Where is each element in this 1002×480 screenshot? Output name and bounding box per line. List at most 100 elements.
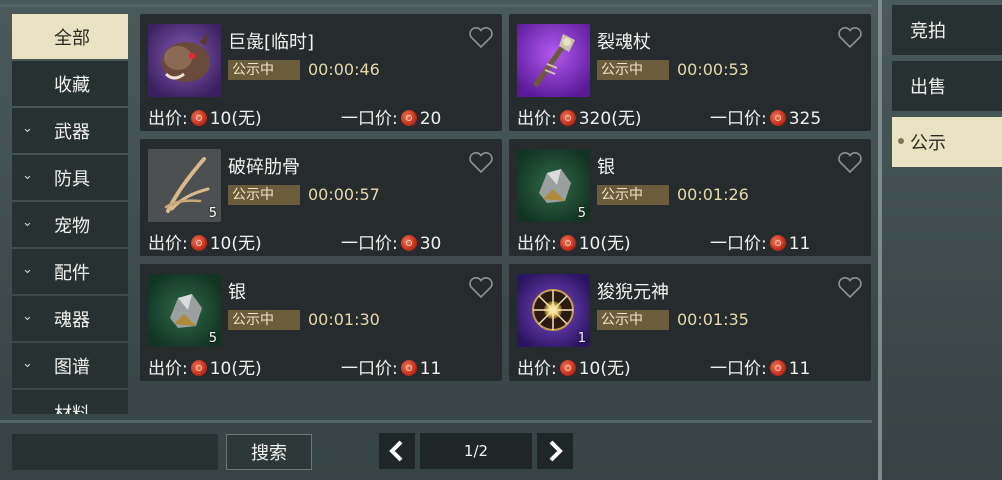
next-page-button[interactable] xyxy=(537,433,573,469)
bid-label: 出价: xyxy=(517,234,557,254)
item-card[interactable]: 裂魂杖 公示中 00:00:53 出价: 320(无) 一口价: 325 xyxy=(509,14,871,131)
category-label: 配件 xyxy=(54,262,90,284)
price-row: 出价: 10(无) 一口价: 30 xyxy=(148,229,494,254)
buyout-price: 一口价: 325 xyxy=(710,104,821,129)
chevron-down-icon: ⌄ xyxy=(22,309,33,324)
countdown-timer: 00:00:46 xyxy=(308,60,380,79)
item-card[interactable]: 5 银 公示中 00:01:26 出价: 10(无) 一口价: 11 xyxy=(509,139,871,256)
favorite-heart-icon[interactable] xyxy=(468,151,494,175)
tab-public-notice[interactable]: 公示 xyxy=(892,117,1002,167)
no-bid-label: (无) xyxy=(600,359,631,379)
item-quantity: 5 xyxy=(577,206,586,221)
item-name: 狻猊元神 xyxy=(597,282,669,303)
favorite-heart-icon[interactable] xyxy=(468,26,494,50)
favorite-heart-icon[interactable] xyxy=(837,26,863,50)
buyout-value: 325 xyxy=(788,109,822,129)
category-materials[interactable]: 材料 xyxy=(12,390,128,414)
price-row: 出价: 10(无) 一口价: 20 xyxy=(148,104,494,129)
item-name: 银 xyxy=(228,282,246,303)
favorite-heart-icon[interactable] xyxy=(837,151,863,175)
staff-icon xyxy=(517,24,590,97)
status-badge: 公示中 xyxy=(597,185,669,205)
bid-price: 出价: 320(无) xyxy=(517,104,641,129)
category-label: 全部 xyxy=(54,27,90,49)
bid-label: 出价: xyxy=(148,359,188,379)
buyout-price: 一口价: 11 xyxy=(710,229,810,254)
category-blueprints[interactable]: ⌄ 图谱 xyxy=(12,343,128,388)
chevron-left-icon xyxy=(389,440,403,462)
countdown-timer: 00:00:57 xyxy=(308,185,380,204)
buyout-label: 一口价: xyxy=(710,109,767,129)
item-quantity: 1 xyxy=(577,331,586,346)
favorite-heart-icon[interactable] xyxy=(837,276,863,300)
category-label: 防具 xyxy=(54,168,90,190)
chevron-down-icon: ⌄ xyxy=(22,262,33,277)
buyout-value: 11 xyxy=(788,359,811,379)
boar-icon xyxy=(148,24,221,97)
bid-value: 320 xyxy=(578,109,612,129)
chevron-down-icon: ⌄ xyxy=(22,168,33,183)
bid-value: 10 xyxy=(578,234,601,254)
category-label: 魂器 xyxy=(54,309,90,331)
item-name: 银 xyxy=(597,157,615,178)
countdown-timer: 00:01:30 xyxy=(308,310,380,329)
buyout-value: 20 xyxy=(419,109,442,129)
bid-label: 出价: xyxy=(148,234,188,254)
buyout-label: 一口价: xyxy=(710,359,767,379)
item-card[interactable]: 1 狻猊元神 公示中 00:01:35 出价: 10(无) 一口价: 11 xyxy=(509,264,871,381)
bid-value: 10 xyxy=(209,359,232,379)
coin-icon xyxy=(190,110,207,126)
category-weapons[interactable]: ⌄ 武器 xyxy=(12,108,128,153)
buyout-label: 一口价: xyxy=(710,234,767,254)
category-sidebar: 全部 收藏 ⌄ 武器 ⌄ 防具 ⌄ 宠物 ⌄ 配件 ⌄ 魂器 ⌄ 图谱 材料 xyxy=(12,14,128,414)
price-row: 出价: 10(无) 一口价: 11 xyxy=(517,229,863,254)
buyout-price: 一口价: 30 xyxy=(341,229,441,254)
item-card[interactable]: 5 银 公示中 00:01:30 出价: 10(无) 一口价: 11 xyxy=(140,264,502,381)
buyout-price: 一口价: 11 xyxy=(710,354,810,379)
bottom-divider xyxy=(0,420,872,423)
no-bid-label: (无) xyxy=(611,109,642,129)
chevron-down-icon: ⌄ xyxy=(22,215,33,230)
coin-icon xyxy=(190,360,207,376)
coin-icon xyxy=(400,360,417,376)
category-accessories[interactable]: ⌄ 配件 xyxy=(12,249,128,294)
coin-icon xyxy=(559,235,576,251)
coin-icon xyxy=(559,360,576,376)
no-bid-label: (无) xyxy=(231,109,262,129)
category-all[interactable]: 全部 xyxy=(12,14,128,59)
search-button[interactable]: 搜索 xyxy=(226,434,312,470)
no-bid-label: (无) xyxy=(231,234,262,254)
buyout-value: 30 xyxy=(419,234,442,254)
silver-ore-icon: 5 xyxy=(148,274,221,347)
buyout-label: 一口价: xyxy=(341,234,398,254)
bid-value: 10 xyxy=(209,109,232,129)
bid-value: 10 xyxy=(578,359,601,379)
tab-sell[interactable]: 出售 xyxy=(892,61,1002,111)
status-badge: 公示中 xyxy=(597,60,669,80)
category-armor[interactable]: ⌄ 防具 xyxy=(12,155,128,200)
countdown-timer: 00:00:53 xyxy=(677,60,749,79)
category-pets[interactable]: ⌄ 宠物 xyxy=(12,202,128,247)
chevron-right-icon xyxy=(549,440,563,462)
vertical-divider xyxy=(878,0,882,480)
search-input[interactable] xyxy=(12,434,218,470)
favorite-heart-icon[interactable] xyxy=(468,276,494,300)
status-badge: 公示中 xyxy=(597,310,669,330)
rib-bone-icon: 5 xyxy=(148,149,221,222)
buyout-label: 一口价: xyxy=(341,359,398,379)
spirit-orb-icon: 1 xyxy=(517,274,590,347)
tab-auction[interactable]: 竞拍 xyxy=(892,5,1002,55)
coin-icon xyxy=(769,110,786,126)
item-card[interactable]: 5 破碎肋骨 公示中 00:00:57 出价: 10(无) 一口价: 30 xyxy=(140,139,502,256)
prev-page-button[interactable] xyxy=(379,433,415,469)
category-favorites[interactable]: 收藏 xyxy=(12,61,128,106)
tab-label: 出售 xyxy=(910,77,946,98)
bid-label: 出价: xyxy=(148,109,188,129)
status-badge: 公示中 xyxy=(228,60,300,80)
category-soul-artifacts[interactable]: ⌄ 魂器 xyxy=(12,296,128,341)
item-card[interactable]: 巨彘[临时] 公示中 00:00:46 出价: 10(无) 一口价: 20 xyxy=(140,14,502,131)
bid-value: 10 xyxy=(209,234,232,254)
buyout-price: 一口价: 20 xyxy=(341,104,441,129)
tab-label: 公示 xyxy=(910,133,946,154)
no-bid-label: (无) xyxy=(600,234,631,254)
